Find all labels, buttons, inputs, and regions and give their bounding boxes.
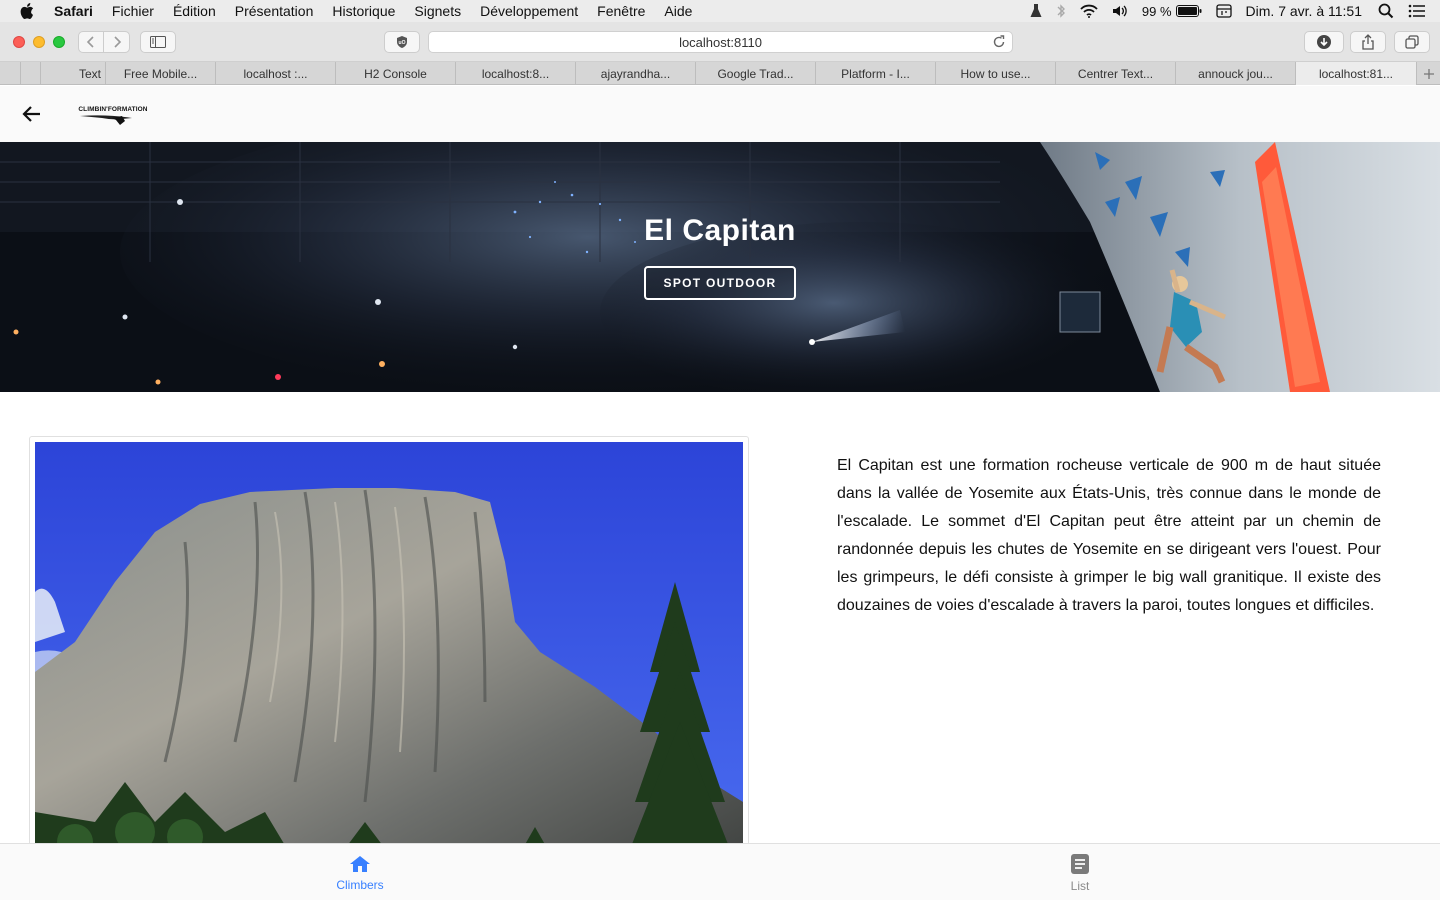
browser-tab-label: Text	[78, 66, 101, 81]
url-bar[interactable]: localhost:8110	[428, 31, 1013, 53]
browser-tab[interactable]: Text	[40, 62, 105, 85]
home-icon	[350, 855, 370, 872]
browser-tab-strip: Text Free Mobile... localhost :... H2 Co…	[0, 62, 1440, 85]
bottom-tab-bar: Climbers List	[0, 843, 1440, 900]
browser-tab-label: Platform - I...	[841, 66, 910, 81]
flask-icon[interactable]	[1030, 3, 1042, 19]
tab-climbers-label: Climbers	[336, 877, 384, 892]
spotlight-icon[interactable]	[1378, 3, 1394, 19]
menu-historique[interactable]: Historique	[332, 3, 395, 19]
browser-tab-label: H2 Console	[364, 66, 427, 81]
browser-tab[interactable]: localhost:8...	[455, 62, 575, 85]
apple-icon[interactable]	[20, 3, 36, 19]
arrow-left-icon	[22, 106, 40, 122]
menu-presentation[interactable]: Présentation	[235, 3, 314, 19]
browser-tab[interactable]: ajayrandha...	[575, 62, 695, 85]
spot-description: El Capitan est une formation rocheuse ve…	[837, 457, 1381, 614]
browser-tab-label: localhost :...	[243, 66, 308, 81]
menu-edition[interactable]: Édition	[173, 3, 216, 19]
sidebar-toggle-button[interactable]	[140, 31, 176, 53]
downloads-button[interactable]	[1304, 31, 1344, 53]
tab-list[interactable]: List	[720, 844, 1440, 900]
browser-tab-label: Free Mobile...	[123, 66, 198, 81]
browser-tab[interactable]: How to use...	[935, 62, 1055, 85]
browser-tab[interactable]: Platform - I...	[815, 62, 935, 85]
share-button[interactable]	[1350, 31, 1386, 53]
new-tab-button[interactable]	[1416, 62, 1440, 85]
tab-overview-button[interactable]	[1394, 31, 1430, 53]
menu-fenetre[interactable]: Fenêtre	[597, 3, 645, 19]
spot-outdoor-button[interactable]: SPOT OUTDOOR	[644, 266, 796, 300]
volume-icon[interactable]	[1112, 4, 1128, 18]
url-text: localhost:8110	[679, 34, 762, 50]
minimize-window-button[interactable]	[33, 36, 45, 48]
browser-tab-label: Centrer Text...	[1077, 66, 1154, 81]
fullscreen-window-button[interactable]	[53, 36, 65, 48]
spot-title: El Capitan	[644, 214, 796, 247]
close-window-button[interactable]	[13, 36, 25, 48]
notification-center-icon[interactable]	[1408, 4, 1426, 18]
pinned-tab[interactable]	[20, 62, 40, 85]
spot-image-card	[29, 436, 749, 876]
document-icon	[1071, 853, 1089, 874]
menu-developpement[interactable]: Développement	[480, 3, 578, 19]
menu-aide[interactable]: Aide	[664, 3, 692, 19]
pinned-tab[interactable]	[0, 62, 20, 85]
menu-fichier[interactable]: Fichier	[112, 3, 154, 19]
app-header: CLIMBIN'FORMATION	[0, 86, 1440, 142]
browser-toolbar: uO localhost:8110	[0, 22, 1440, 62]
app-logo[interactable]: CLIMBIN'FORMATION	[76, 104, 150, 128]
back-nav-button[interactable]	[79, 32, 105, 52]
wifi-icon[interactable]	[1080, 4, 1098, 18]
browser-tab-label: Google Trad...	[717, 66, 794, 81]
browser-tab[interactable]: localhost :...	[215, 62, 335, 85]
browser-tab[interactable]: Free Mobile...	[105, 62, 215, 85]
calendar-icon[interactable]	[1215, 4, 1232, 18]
forward-nav-button[interactable]	[104, 32, 129, 52]
tab-list-label: List	[1070, 878, 1090, 893]
battery-percent: 99 %	[1141, 3, 1172, 19]
browser-tab-label: localhost:81...	[1318, 66, 1394, 81]
browser-tab[interactable]: H2 Console	[335, 62, 455, 85]
browser-tab-label: annouck jou...	[1198, 66, 1273, 81]
shield-icon[interactable]: uO	[384, 31, 420, 53]
browser-tab-label: How to use...	[960, 66, 1031, 81]
browser-tab-label: ajayrandha...	[600, 66, 671, 81]
clock[interactable]: Dim. 7 avr. à 11:51	[1246, 3, 1362, 19]
menu-signets[interactable]: Signets	[414, 3, 461, 19]
spot-photo	[35, 442, 743, 862]
hero-banner: El Capitan SPOT OUTDOOR	[0, 142, 1440, 392]
browser-tab-label: localhost:8...	[481, 66, 550, 81]
back-button[interactable]	[20, 102, 44, 126]
history-nav-group	[78, 31, 130, 53]
logo-mountain-icon	[80, 115, 132, 125]
browser-tab[interactable]: Google Trad...	[695, 62, 815, 85]
bluetooth-icon[interactable]	[1056, 3, 1066, 19]
browser-tab-active[interactable]: localhost:81...	[1295, 62, 1416, 85]
svg-text:uO: uO	[399, 40, 406, 46]
reload-icon[interactable]	[992, 35, 1006, 52]
tab-climbers[interactable]: Climbers	[0, 844, 720, 900]
macos-menu-bar: Safari Fichier Édition Présentation Hist…	[0, 0, 1440, 22]
battery-icon[interactable]	[1175, 5, 1202, 17]
menu-app-name[interactable]: Safari	[54, 3, 93, 19]
browser-tab[interactable]: Centrer Text...	[1055, 62, 1175, 85]
browser-tab[interactable]: annouck jou...	[1175, 62, 1295, 85]
